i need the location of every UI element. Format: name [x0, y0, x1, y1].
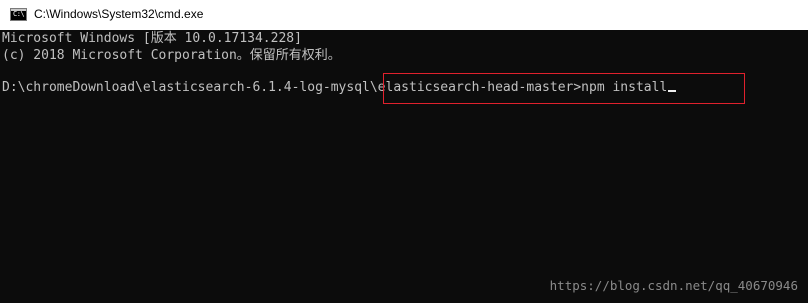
console-area[interactable]: Microsoft Windows [版本 10.0.17134.228] (c… [0, 30, 808, 303]
console-line-version: Microsoft Windows [版本 10.0.17134.228] [2, 31, 302, 46]
console-app-icon-label: C:\ [13, 10, 25, 18]
window-title: C:\Windows\System32\cmd.exe [34, 7, 204, 21]
title-bar[interactable]: C:\ C:\Windows\System32\cmd.exe [0, 0, 808, 30]
watermark-text: https://blog.csdn.net/qq_40670946 [549, 278, 798, 293]
red-highlight-box [383, 73, 745, 104]
console-line-copyright: (c) 2018 Microsoft Corporation。保留所有权利。 [2, 48, 341, 63]
console-app-icon[interactable]: C:\ [10, 8, 27, 21]
cmd-window: C:\ C:\Windows\System32\cmd.exe Microsof… [0, 0, 808, 303]
